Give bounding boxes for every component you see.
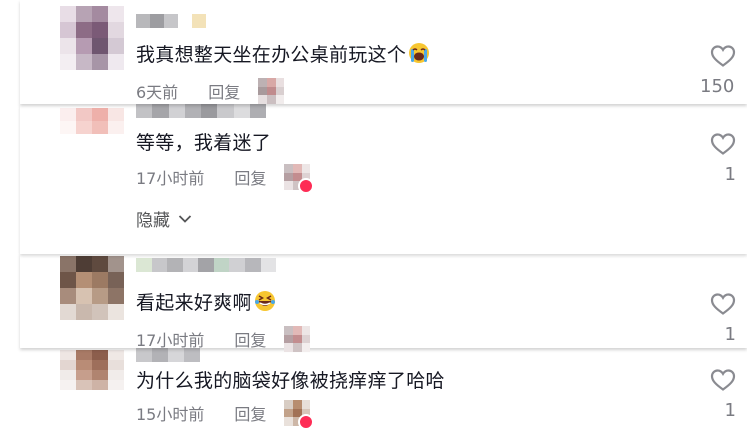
comment-time: 17小时前 (136, 169, 205, 188)
commenter-username[interactable] (136, 104, 266, 118)
commenter-avatar[interactable] (60, 256, 124, 320)
loudly-crying-face-icon (408, 42, 430, 69)
comment-meta: 6天前 回复 (136, 78, 285, 104)
like-count: 1 (724, 324, 736, 345)
author-liked-avatar (284, 326, 311, 352)
like-count: 1 (724, 164, 736, 185)
grinning-squinting-face-icon (254, 290, 276, 317)
comment-time: 17小时前 (136, 331, 205, 350)
commenter-username[interactable] (136, 14, 206, 28)
comment-time: 6天前 (136, 83, 179, 102)
comment-item: 等等，我着迷了 17小时前 回复 1 隐藏 (20, 104, 747, 254)
author-liked-avatar (284, 400, 315, 430)
reply-button[interactable]: 回复 (208, 79, 240, 103)
comment-time: 15小时前 (136, 405, 205, 424)
commenter-avatar[interactable] (60, 350, 124, 390)
author-liked-avatar (258, 78, 285, 104)
like-count: 150 (700, 76, 735, 97)
comment-item: 为什么我的脑袋好像被挠痒痒了哈哈 15小时前 回复 1 (20, 348, 747, 447)
heart-icon (710, 133, 736, 155)
liked-by-author-badge (298, 178, 315, 194)
reply-button[interactable]: 回复 (234, 401, 266, 425)
like-count: 1 (724, 400, 736, 421)
comment-text: 看起来好爽啊 (136, 288, 276, 317)
comment-text: 等等，我着迷了 (136, 132, 272, 154)
like-button[interactable] (710, 368, 736, 392)
chevron-down-icon (178, 214, 192, 223)
commenter-avatar[interactable] (60, 6, 124, 70)
comment-item: 看起来好爽啊 17小时前 回复 1 (20, 254, 747, 352)
author-liked-avatar (284, 164, 315, 194)
reply-button[interactable]: 回复 (234, 327, 266, 351)
comment-meta: 15小时前 回复 (136, 400, 315, 430)
heart-icon (710, 369, 736, 391)
like-button[interactable] (710, 44, 736, 68)
like-button[interactable] (710, 132, 736, 156)
heart-icon (710, 293, 736, 315)
hide-replies-label: 隐藏 (136, 211, 170, 231)
hide-replies-button[interactable]: 隐藏 (136, 206, 192, 231)
comment-text: 为什么我的脑袋好像被挠痒痒了哈哈 (136, 370, 445, 392)
commenter-username[interactable] (136, 258, 277, 272)
heart-icon (710, 45, 736, 67)
like-button[interactable] (710, 292, 736, 316)
commenter-avatar[interactable] (60, 108, 124, 134)
comment-meta: 17小时前 回复 (136, 326, 311, 352)
comment-text: 我真想整天坐在办公桌前玩这个 (136, 40, 430, 69)
reply-button[interactable]: 回复 (234, 165, 266, 189)
comment-meta: 17小时前 回复 (136, 164, 315, 194)
liked-by-author-badge (298, 414, 315, 430)
comment-item: 我真想整天坐在办公桌前玩这个 6天前 回复 150 (20, 0, 747, 104)
